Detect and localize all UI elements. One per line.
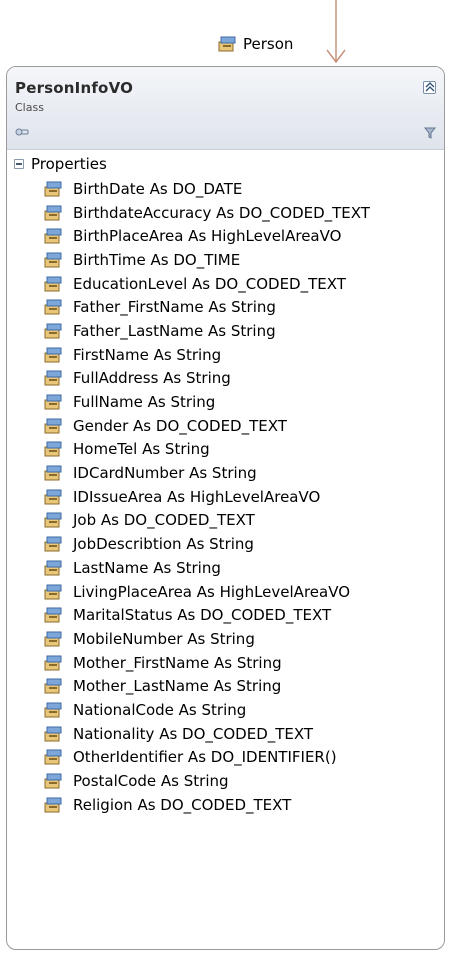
property-item[interactable]: LastName As String (44, 556, 444, 580)
property-text: PostalCode As String (73, 772, 229, 791)
property-icon (44, 797, 62, 813)
section-collapse-icon[interactable] (14, 158, 24, 169)
property-icon (44, 536, 62, 552)
property-icon (44, 205, 62, 221)
property-text: BirthPlaceArea As HighLevelAreaVO (73, 227, 342, 246)
property-text: MobileNumber As String (73, 629, 255, 648)
property-text: FirstName As String (73, 345, 222, 364)
property-text: IDCardNumber As String (73, 464, 257, 483)
class-shape[interactable]: PersonInfoVO Class Properties BirthDate … (6, 66, 445, 950)
property-icon (44, 655, 62, 671)
property-text: Gender As DO_CODED_TEXT (73, 416, 287, 435)
property-item[interactable]: OtherIdentifier As DO_IDENTIFIER() (44, 746, 444, 770)
property-item[interactable]: NationalCode As String (44, 698, 444, 722)
property-item[interactable]: FullName As String (44, 390, 444, 414)
property-list: BirthDate As DO_DATE BirthdateAccuracy As… (7, 177, 444, 817)
property-item[interactable]: MobileNumber As String (44, 627, 444, 651)
property-icon (44, 678, 62, 694)
property-icon (44, 726, 62, 742)
property-item[interactable]: LivingPlaceArea As HighLevelAreaVO (44, 580, 444, 604)
property-item[interactable]: BirthDate As DO_DATE (44, 177, 444, 201)
class-stereotype: Class (15, 101, 44, 114)
properties-section-header[interactable]: Properties (7, 150, 444, 177)
property-text: Mother_LastName As String (73, 677, 282, 696)
property-item[interactable]: IDCardNumber As String (44, 461, 444, 485)
property-text: FullAddress As String (73, 369, 231, 388)
property-icon (44, 512, 62, 528)
property-item[interactable]: BirthTime As DO_TIME (44, 248, 444, 272)
property-text: LastName As String (73, 558, 221, 577)
filter-icon[interactable] (424, 127, 436, 139)
collapse-chevron-icon[interactable] (423, 81, 436, 94)
property-item[interactable]: Gender As DO_CODED_TEXT (44, 414, 444, 438)
property-icon (44, 702, 62, 718)
property-item[interactable]: FirstName As String (44, 343, 444, 367)
property-icon (44, 252, 62, 268)
property-item[interactable]: Father_FirstName As String (44, 295, 444, 319)
property-text: NationalCode As String (73, 700, 247, 719)
property-item[interactable]: BirthdateAccuracy As DO_CODED_TEXT (44, 201, 444, 225)
property-item[interactable]: PostalCode As String (44, 769, 444, 793)
property-text: FullName As String (73, 393, 216, 412)
property-item[interactable]: HomeTel As String (44, 438, 444, 462)
association-label[interactable]: Person (218, 32, 293, 56)
property-item[interactable]: Father_LastName As String (44, 319, 444, 343)
property-text: JobDescribtion As String (73, 535, 254, 554)
property-text: Job As DO_CODED_TEXT (73, 511, 255, 530)
property-icon (218, 36, 236, 52)
association-arrow[interactable] (322, 0, 350, 64)
property-icon (44, 323, 62, 339)
property-text: Nationality As DO_CODED_TEXT (73, 724, 314, 743)
property-icon (44, 299, 62, 315)
property-item[interactable]: EducationLevel As DO_CODED_TEXT (44, 272, 444, 296)
property-icon (44, 631, 62, 647)
property-text: EducationLevel As DO_CODED_TEXT (73, 274, 346, 293)
property-item[interactable]: Job As DO_CODED_TEXT (44, 509, 444, 533)
property-item[interactable]: FullAddress As String (44, 367, 444, 391)
properties-section: Properties BirthDate As DO_DATE Birthdate… (7, 150, 444, 817)
property-item[interactable]: BirthPlaceArea As HighLevelAreaVO (44, 224, 444, 248)
property-text: BirthTime As DO_TIME (73, 250, 241, 269)
property-item[interactable]: MaritalStatus As DO_CODED_TEXT (44, 603, 444, 627)
property-icon (44, 347, 62, 363)
property-icon (44, 489, 62, 505)
property-text: Father_FirstName As String (73, 298, 276, 317)
property-item[interactable]: Mother_FirstName As String (44, 651, 444, 675)
property-icon (44, 370, 62, 386)
property-text: HomeTel As String (73, 440, 210, 459)
property-icon (44, 181, 62, 197)
property-item[interactable]: JobDescribtion As String (44, 532, 444, 556)
property-text: OtherIdentifier As DO_IDENTIFIER() (73, 748, 337, 767)
property-text: LivingPlaceArea As HighLevelAreaVO (73, 582, 351, 601)
property-text: Father_LastName As String (73, 321, 276, 340)
property-icon (44, 394, 62, 410)
class-name: PersonInfoVO (15, 79, 134, 97)
property-icon (44, 418, 62, 434)
property-icon (44, 228, 62, 244)
property-text: BirthDate As DO_DATE (73, 179, 243, 198)
property-text: Mother_FirstName As String (73, 653, 282, 672)
property-text: Religion As DO_CODED_TEXT (73, 795, 292, 814)
property-item[interactable]: IDIssueArea As HighLevelAreaVO (44, 485, 444, 509)
property-icon (44, 441, 62, 457)
property-icon (44, 276, 62, 292)
property-text: IDIssueArea As HighLevelAreaVO (73, 487, 321, 506)
property-text: MaritalStatus As DO_CODED_TEXT (73, 606, 332, 625)
property-item[interactable]: Nationality As DO_CODED_TEXT (44, 722, 444, 746)
property-item[interactable]: Mother_LastName As String (44, 674, 444, 698)
property-icon (44, 560, 62, 576)
property-icon (44, 607, 62, 623)
property-icon (44, 465, 62, 481)
property-icon (44, 773, 62, 789)
property-text: BirthdateAccuracy As DO_CODED_TEXT (73, 203, 370, 222)
property-item[interactable]: Religion As DO_CODED_TEXT (44, 793, 444, 817)
key-icon (15, 128, 29, 136)
property-icon (44, 584, 62, 600)
class-header[interactable]: PersonInfoVO Class (7, 67, 444, 150)
property-icon (44, 749, 62, 765)
association-name: Person (243, 35, 294, 53)
section-label: Properties (31, 154, 107, 173)
